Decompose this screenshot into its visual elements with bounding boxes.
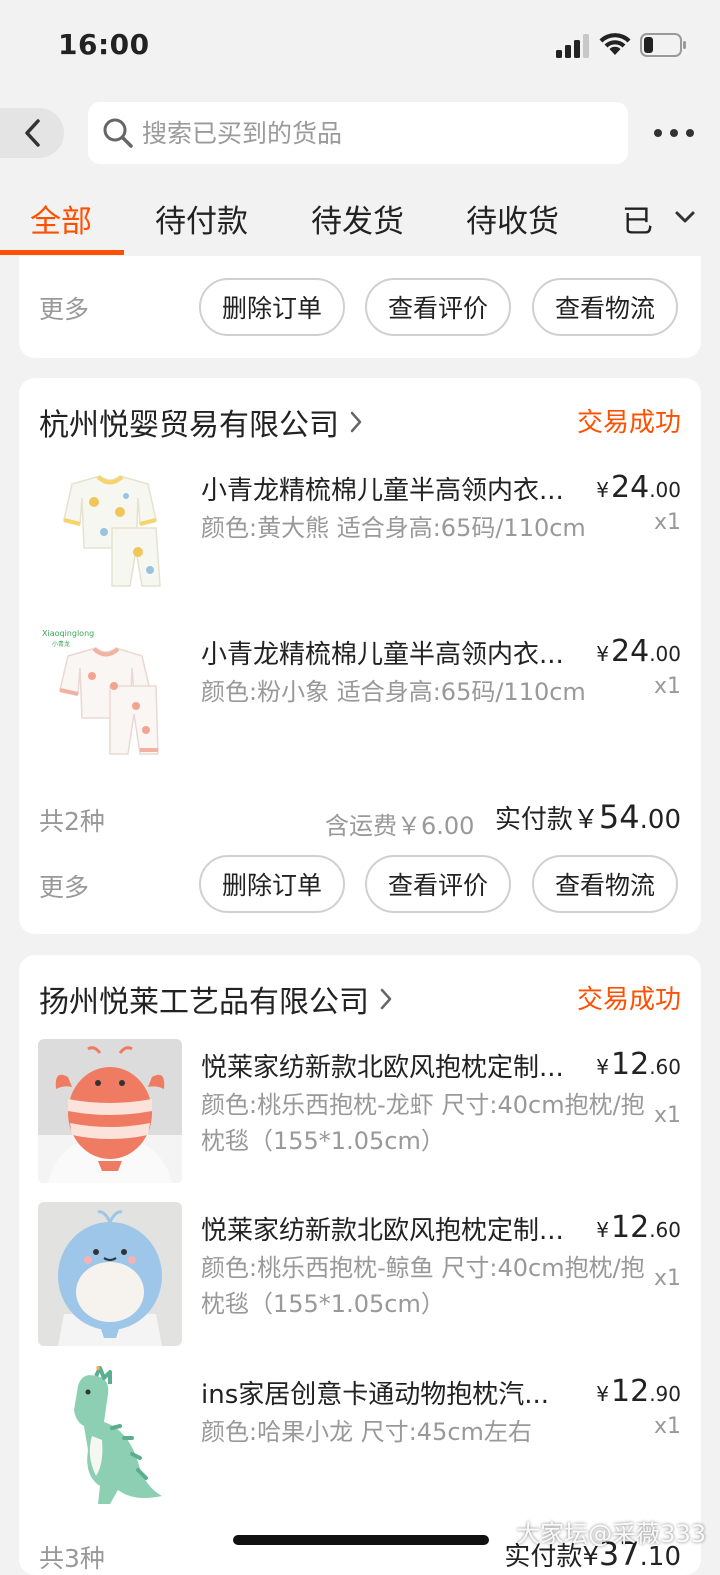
amount-paid: 实付款￥54.00 — [495, 798, 681, 836]
chevron-right-icon — [350, 411, 362, 433]
order-card-previous: 更多 删除订单 查看评价 查看物流 — [19, 256, 701, 358]
chevron-down-icon[interactable] — [674, 206, 696, 228]
order-card: 扬州悦莱工艺品有限公司 交易成功 悦莱家纺新款北欧风抱枕定制... 颜色:桃乐西… — [19, 955, 701, 1575]
view-logistics-button[interactable]: 查看物流 — [532, 855, 678, 913]
brand-watermark-cn: 小青龙 — [52, 640, 70, 648]
shop-name-label: 杭州悦婴贸易有限公司 — [39, 408, 339, 443]
active-tab-indicator — [0, 250, 124, 255]
product-price: ¥12.60 — [596, 1210, 681, 1245]
order-item[interactable]: 悦莱家纺新款北欧风抱枕定制... 颜色:桃乐西抱枕-龙虾 尺寸:40cm抱枕/抱… — [19, 1039, 701, 1189]
product-title: 悦莱家纺新款北欧风抱枕定制... — [201, 1053, 564, 1083]
currency-symbol: ￥ — [572, 805, 599, 835]
price-decimal: .60 — [649, 1055, 681, 1079]
shipping-fee: 含运费￥6.00 — [325, 812, 475, 840]
product-thumbnail[interactable] — [38, 1202, 182, 1346]
status-bar: 16:00 — [0, 0, 720, 92]
product-spec: 颜色:桃乐西抱枕-龙虾 尺寸:40cm抱枕/抱枕毯（155*1.05cm） — [201, 1091, 645, 1155]
more-link[interactable]: 更多 — [39, 868, 89, 904]
item-count: 共3种 — [39, 1544, 105, 1573]
chevron-left-icon — [25, 119, 40, 147]
price-decimal: .00 — [649, 642, 681, 666]
tab-pending-receipt[interactable]: 待收货 — [466, 196, 559, 241]
order-item[interactable]: ins家居创意卡通动物抱枕汽... 颜色:哈果小龙 尺寸:45cm左右 ¥12.… — [19, 1366, 701, 1516]
item-count: 共2种 — [39, 807, 105, 836]
status-time: 16:00 — [58, 28, 150, 61]
amount-integer: 54 — [598, 798, 640, 836]
currency-symbol: ¥ — [596, 478, 609, 502]
view-review-button[interactable]: 查看评价 — [365, 278, 511, 336]
search-icon — [103, 118, 133, 148]
search-bar[interactable] — [88, 102, 628, 164]
price-integer: 24 — [611, 470, 650, 505]
brand-watermark: Xiaoqinglong — [42, 629, 94, 638]
price-decimal: .00 — [649, 478, 681, 502]
view-review-button[interactable]: 查看评价 — [365, 855, 511, 913]
price-integer: 12 — [611, 1047, 650, 1082]
tab-completed[interactable]: 已 — [622, 196, 653, 241]
currency-symbol: ¥ — [596, 1055, 609, 1079]
amount-decimal: .00 — [639, 805, 681, 835]
product-spec: 颜色:桃乐西抱枕-鲸鱼 尺寸:40cm抱枕/抱枕毯（155*1.05cm） — [201, 1254, 645, 1318]
price-integer: 12 — [611, 1210, 650, 1245]
product-spec: 颜色:黄大熊 适合身高:65码/110cm — [201, 514, 586, 542]
amount-paid-label: 实付款 — [494, 805, 573, 835]
currency-symbol: ¥ — [596, 1218, 609, 1242]
product-quantity: x1 — [653, 1266, 681, 1291]
more-options-icon[interactable] — [654, 124, 694, 142]
chevron-right-icon — [380, 988, 392, 1010]
product-thumbnail[interactable]: Xiaoqinglong 小青龙 — [38, 626, 182, 770]
battery-icon — [640, 33, 686, 57]
cellular-signal-icon — [556, 34, 589, 58]
view-logistics-button[interactable]: 查看物流 — [532, 278, 678, 336]
order-card: 杭州悦婴贸易有限公司 交易成功 小青龙精梳棉儿童半高领内衣... 颜色:黄大熊 … — [19, 378, 701, 934]
delete-order-button[interactable]: 删除订单 — [199, 278, 345, 336]
product-quantity: x1 — [653, 1103, 681, 1128]
back-button[interactable] — [0, 108, 64, 158]
price-integer: 24 — [611, 634, 650, 669]
search-input[interactable] — [140, 117, 614, 149]
order-item[interactable]: 小青龙精梳棉儿童半高领内衣... 颜色:黄大熊 适合身高:65码/110cm ¥… — [19, 462, 701, 612]
currency-symbol: ¥ — [596, 642, 609, 666]
delete-order-button[interactable]: 删除订单 — [199, 855, 345, 913]
product-title: ins家居创意卡通动物抱枕汽... — [201, 1380, 550, 1410]
product-title: 小青龙精梳棉儿童半高领内衣... — [201, 476, 564, 506]
currency-symbol: ¥ — [596, 1382, 609, 1406]
home-indicator — [233, 1535, 489, 1545]
more-link[interactable]: 更多 — [39, 290, 89, 326]
tab-all[interactable]: 全部 — [30, 196, 92, 241]
product-quantity: x1 — [653, 1414, 681, 1439]
order-status: 交易成功 — [576, 408, 681, 438]
order-item[interactable]: Xiaoqinglong 小青龙 小青龙精梳棉儿童半高领内衣... 颜色:粉小象… — [19, 626, 701, 776]
shop-name[interactable]: 杭州悦婴贸易有限公司 — [39, 400, 363, 444]
shop-name[interactable]: 扬州悦莱工艺品有限公司 — [39, 977, 393, 1021]
tab-pending-shipment[interactable]: 待发货 — [311, 196, 404, 241]
product-thumbnail[interactable] — [38, 1366, 182, 1510]
product-spec: 颜色:哈果小龙 尺寸:45cm左右 — [201, 1418, 532, 1446]
product-thumbnail[interactable] — [38, 1039, 182, 1183]
product-quantity: x1 — [653, 510, 681, 535]
product-thumbnail[interactable] — [38, 462, 182, 606]
product-price: ¥24.00 — [596, 634, 681, 669]
price-decimal: .90 — [649, 1382, 681, 1406]
price-decimal: .60 — [649, 1218, 681, 1242]
product-price: ¥12.90 — [596, 1374, 681, 1409]
product-title: 小青龙精梳棉儿童半高领内衣... — [201, 640, 564, 670]
price-integer: 12 — [611, 1374, 650, 1409]
product-spec: 颜色:粉小象 适合身高:65码/110cm — [201, 678, 586, 706]
product-price: ¥24.00 — [596, 470, 681, 505]
tab-pending-payment[interactable]: 待付款 — [155, 196, 248, 241]
shop-name-label: 扬州悦莱工艺品有限公司 — [39, 985, 369, 1020]
product-price: ¥12.60 — [596, 1047, 681, 1082]
watermark: 大家坛@采薇333 — [516, 1520, 706, 1548]
product-quantity: x1 — [653, 674, 681, 699]
wifi-icon — [599, 33, 631, 55]
order-item[interactable]: 悦莱家纺新款北欧风抱枕定制... 颜色:桃乐西抱枕-鲸鱼 尺寸:40cm抱枕/抱… — [19, 1202, 701, 1352]
order-status: 交易成功 — [576, 985, 681, 1015]
product-title: 悦莱家纺新款北欧风抱枕定制... — [201, 1216, 564, 1246]
